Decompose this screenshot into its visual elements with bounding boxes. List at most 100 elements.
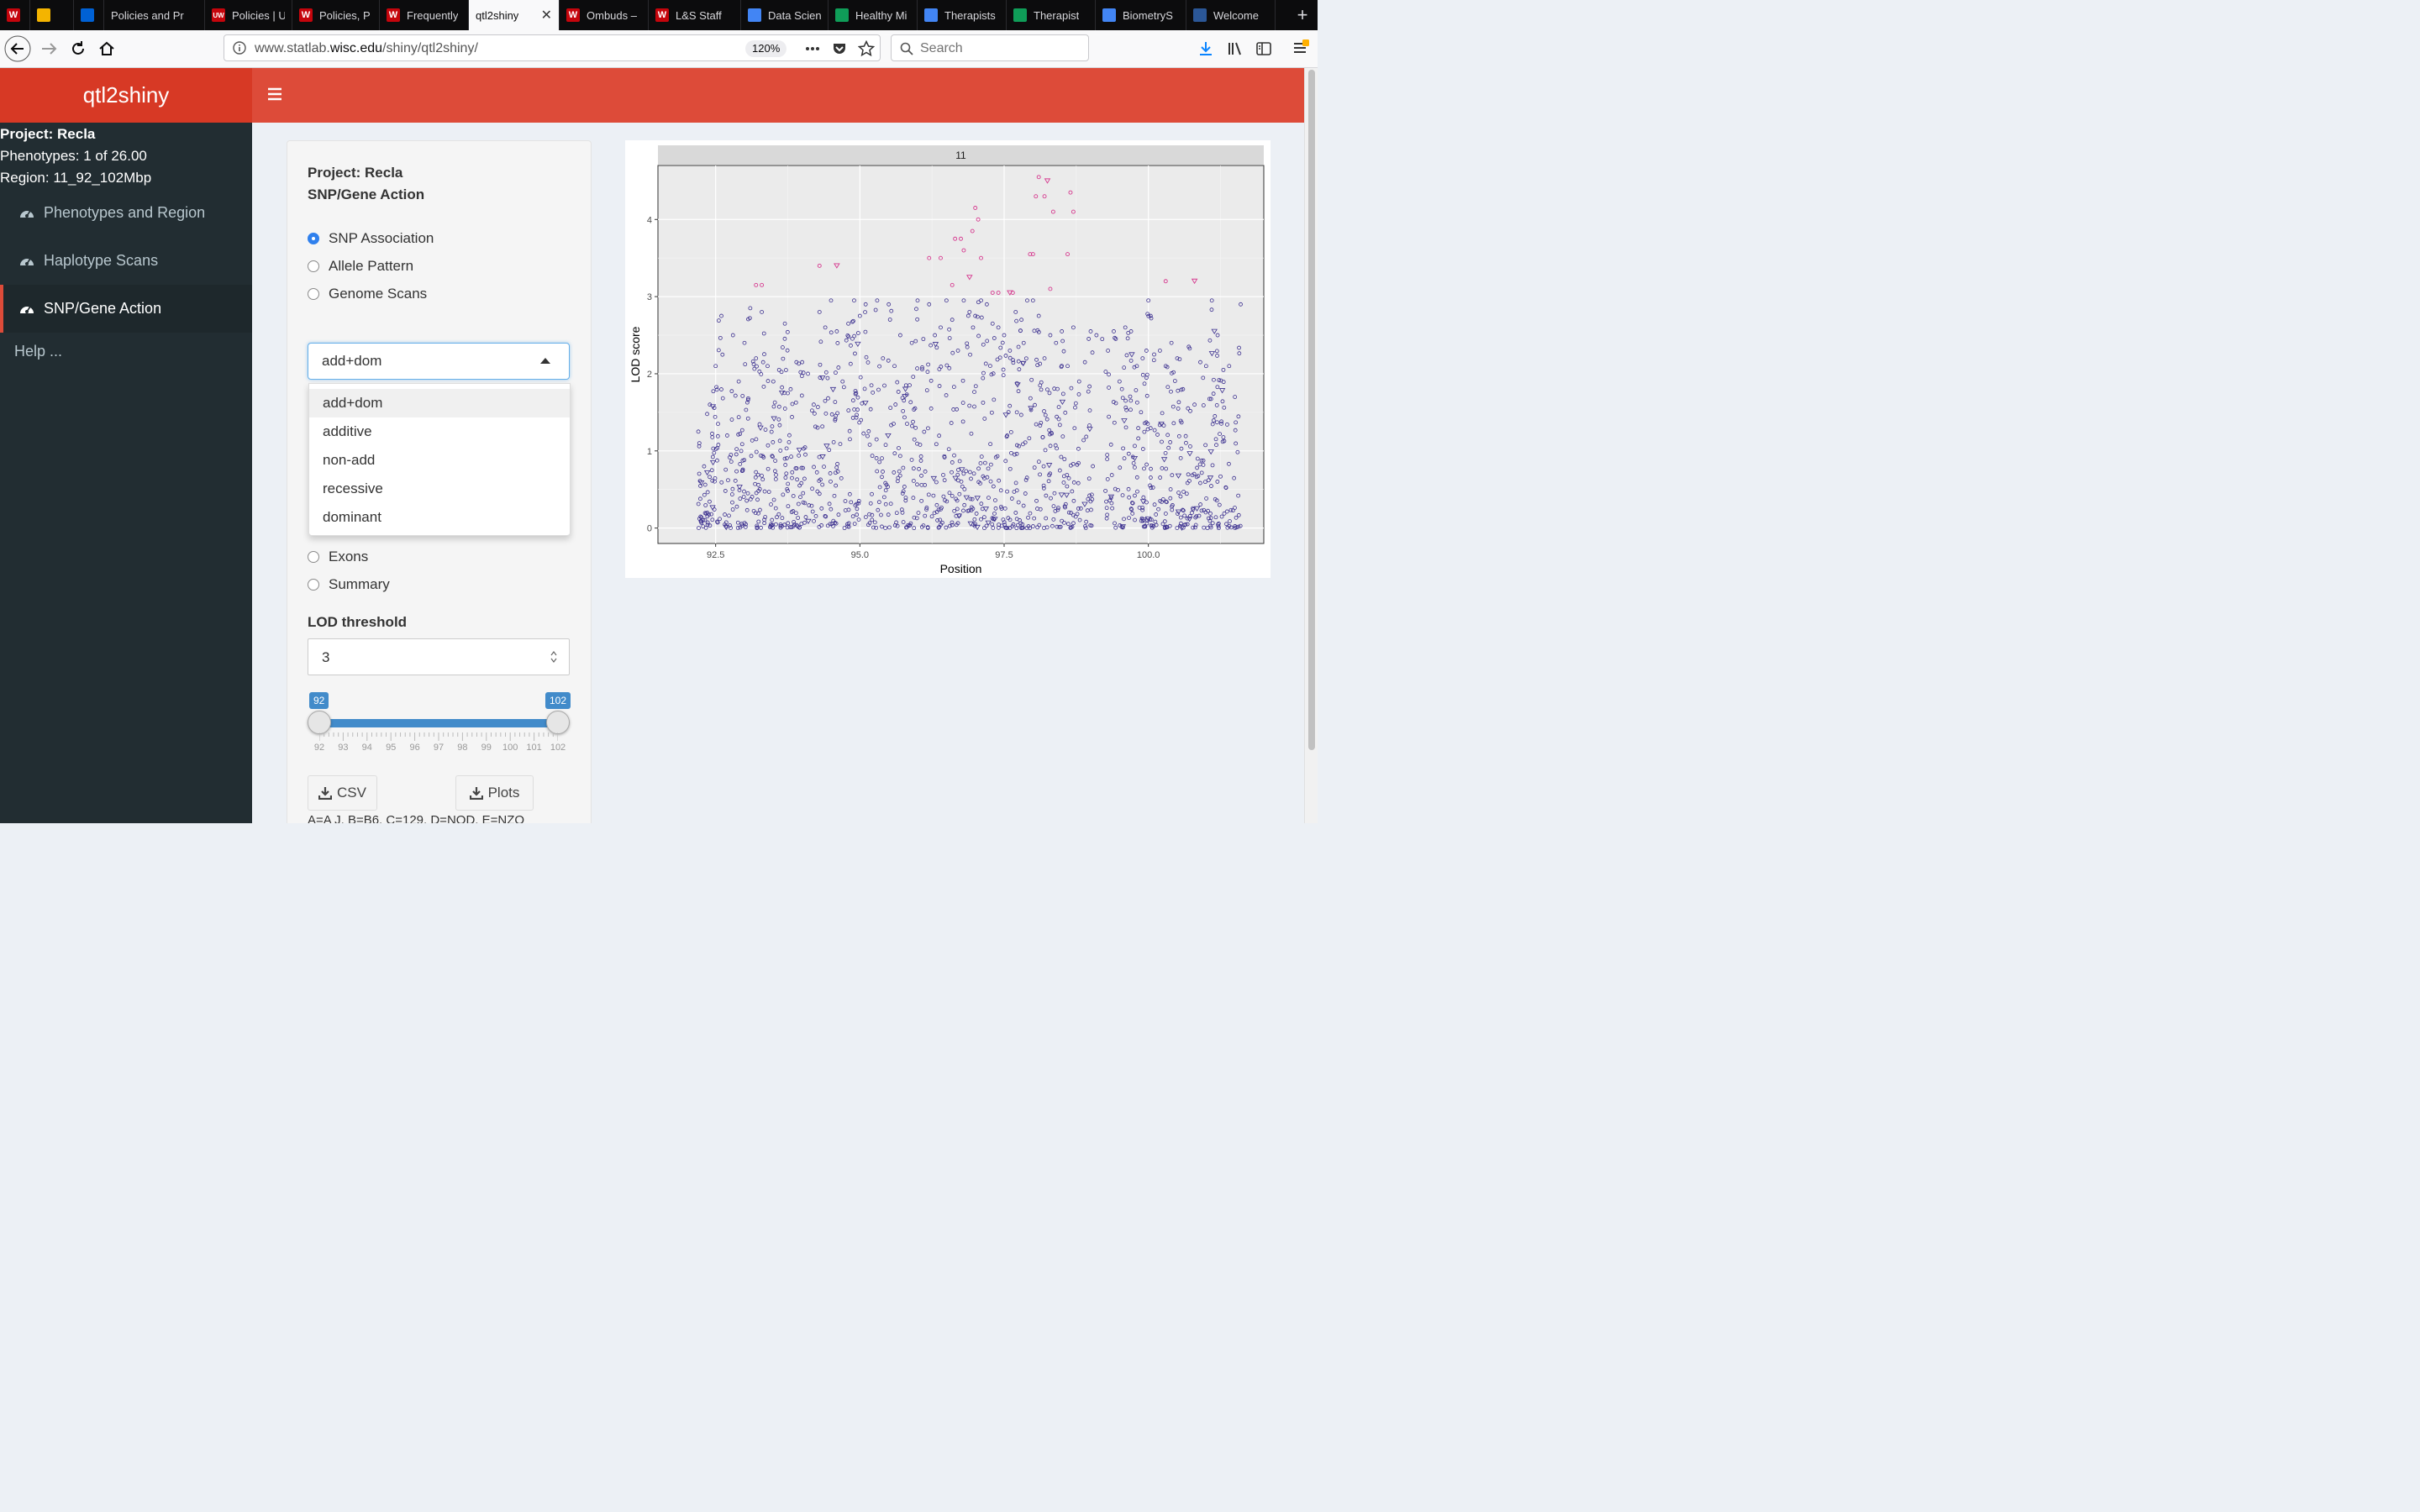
forward-arrow-icon [42, 43, 57, 55]
browser-tab[interactable]: BiometryS [1096, 0, 1186, 30]
browser-tab[interactable]: UW Policies | U [205, 0, 292, 30]
radio-button[interactable] [308, 288, 319, 300]
browser-tab[interactable]: W L&S Staff [649, 0, 741, 30]
browser-tab-label: qtl2shiny [476, 8, 519, 22]
radio-button[interactable] [308, 260, 319, 272]
sidebar: Project: Recla Phenotypes: 1 of 26.00 Re… [0, 123, 252, 823]
radio-label: SNP Association [329, 230, 434, 246]
radio-exons[interactable]: Exons [308, 549, 368, 565]
download-plots-button[interactable]: Plots [455, 775, 534, 811]
radio-snp-association[interactable]: SNP Association [308, 230, 434, 247]
x-tick-label: 95.0 [851, 550, 869, 560]
sidebar-help-link[interactable]: Help ... [14, 343, 62, 360]
dropdown-option-recessive[interactable]: recessive [309, 475, 570, 503]
back-button[interactable] [4, 35, 31, 62]
reload-icon [72, 41, 84, 55]
sidebar-toggle-hamburger-icon[interactable] [267, 87, 282, 102]
home-icon [99, 41, 114, 55]
download-csv-button[interactable]: CSV [308, 775, 377, 811]
download-icon [469, 787, 483, 800]
info-icon[interactable] [233, 41, 246, 55]
browser-tab[interactable]: Data Scien [741, 0, 829, 30]
dropdown-option-dominant[interactable]: dominant [309, 503, 570, 532]
slider-tick-label: 96 [409, 743, 420, 753]
radio-button[interactable] [308, 233, 319, 244]
slider-min-handle[interactable] [308, 711, 331, 734]
browser-tab-label: Healthy Mi [855, 8, 908, 22]
app-top-navbar [252, 68, 1304, 123]
slider-tick-label: 92 [313, 743, 325, 753]
panel-section-title: SNP/Gene Action [308, 186, 425, 202]
new-tab-button[interactable]: + [1287, 0, 1318, 30]
uw-logo-icon: UW [212, 8, 225, 22]
scrollbar-thumb[interactable] [1308, 70, 1315, 750]
csv-button-label: CSV [337, 785, 366, 801]
snp-action-select[interactable]: add+dom [308, 343, 570, 380]
sidebar-item-phenotypes-and-region[interactable]: Phenotypes and Region [0, 189, 252, 237]
page-scrollbar[interactable] [1304, 68, 1318, 823]
search-icon [900, 42, 913, 55]
browser-tab[interactable]: W Ombuds – [560, 0, 649, 30]
browser-tab[interactable]: W Policies, P [292, 0, 380, 30]
browser-tab[interactable] [30, 0, 74, 30]
downloads-icon[interactable] [1197, 40, 1214, 57]
forward-button[interactable] [35, 35, 62, 62]
menu-icon[interactable] [1292, 39, 1310, 57]
google-docs-icon [1102, 8, 1116, 22]
slider-track[interactable] [319, 719, 558, 727]
radio-button[interactable] [308, 551, 319, 563]
radio-summary[interactable]: Summary [308, 576, 390, 593]
search-bar[interactable]: Search [891, 34, 1089, 61]
close-tab-icon[interactable]: ✕ [534, 7, 552, 24]
library-icon[interactable] [1227, 40, 1244, 57]
sidebar-item-snp-gene-action[interactable]: SNP/Gene Action [0, 285, 252, 333]
sidebar-item-label: Haplotype Scans [44, 252, 159, 269]
radio-button[interactable] [308, 579, 319, 591]
lod-threshold-value: 3 [322, 649, 330, 665]
number-spinner-icon[interactable] [550, 651, 557, 663]
radio-label: Exons [329, 549, 369, 564]
browser-tab[interactable]: Therapists [918, 0, 1007, 30]
browser-tab[interactable]: Welcome [1186, 0, 1276, 30]
page-actions-icon[interactable] [804, 40, 821, 57]
dropdown-option-non-add[interactable]: non-add [309, 446, 570, 475]
browser-tab[interactable]: Policies and Pr [104, 0, 205, 30]
browser-tab[interactable]: qtl2shiny ✕ [469, 0, 560, 30]
slider-max-badge: 102 [545, 692, 571, 709]
browser-tab-label: Frequently [407, 8, 459, 22]
region-range-slider[interactable]: 92 102 92 93 94 95 96 97 98 99 100 101 102 [308, 692, 571, 759]
browser-tab[interactable]: W Frequently [380, 0, 469, 30]
radio-genome-scans[interactable]: Genome Scans [308, 286, 427, 302]
slider-max-handle[interactable] [546, 711, 570, 734]
sidebar-toggle-icon[interactable] [1255, 40, 1272, 57]
url-bar[interactable]: www.statlab.wisc.edu/shiny/qtl2shiny/ 12… [224, 34, 881, 61]
pocket-icon[interactable] [831, 40, 848, 57]
google-drive-icon [835, 8, 849, 22]
sidebar-item-label: SNP/Gene Action [44, 300, 162, 317]
lod-threshold-input[interactable]: 3 [308, 638, 570, 675]
url-text[interactable]: www.statlab.wisc.edu/shiny/qtl2shiny/ [255, 41, 478, 56]
panel-project-title: Project: Recla [308, 165, 403, 181]
browser-tab[interactable]: W [0, 0, 30, 30]
snp-action-dropdown: add+dom additive non-add recessive domin… [308, 383, 571, 536]
home-button[interactable] [93, 35, 120, 62]
reload-button[interactable] [65, 35, 92, 62]
bookmark-star-icon[interactable] [858, 40, 875, 57]
box-icon [81, 8, 94, 22]
browser-tab[interactable]: Healthy Mi [829, 0, 918, 30]
dropdown-option-additive[interactable]: additive [309, 417, 570, 446]
w-logo-icon: W [655, 8, 669, 22]
select-value: add+dom [322, 353, 382, 369]
browser-tab[interactable]: Therapist [1007, 0, 1096, 30]
browser-tab[interactable]: box [74, 0, 104, 30]
slider-tick-label: 97 [433, 743, 445, 753]
app-logo[interactable]: qtl2shiny [0, 68, 252, 123]
browser-tab-label: Policies and Pr [111, 8, 184, 22]
y-tick-label: 3 [647, 292, 652, 302]
browser-tab-label: Welcome [1213, 8, 1259, 22]
dropdown-option-add-dom[interactable]: add+dom [309, 389, 570, 417]
radio-allele-pattern[interactable]: Allele Pattern [308, 258, 413, 275]
zoom-indicator[interactable]: 120% [745, 40, 787, 57]
sidebar-item-haplotype-scans[interactable]: Haplotype Scans [0, 237, 252, 285]
caret-up-icon[interactable] [540, 357, 550, 364]
